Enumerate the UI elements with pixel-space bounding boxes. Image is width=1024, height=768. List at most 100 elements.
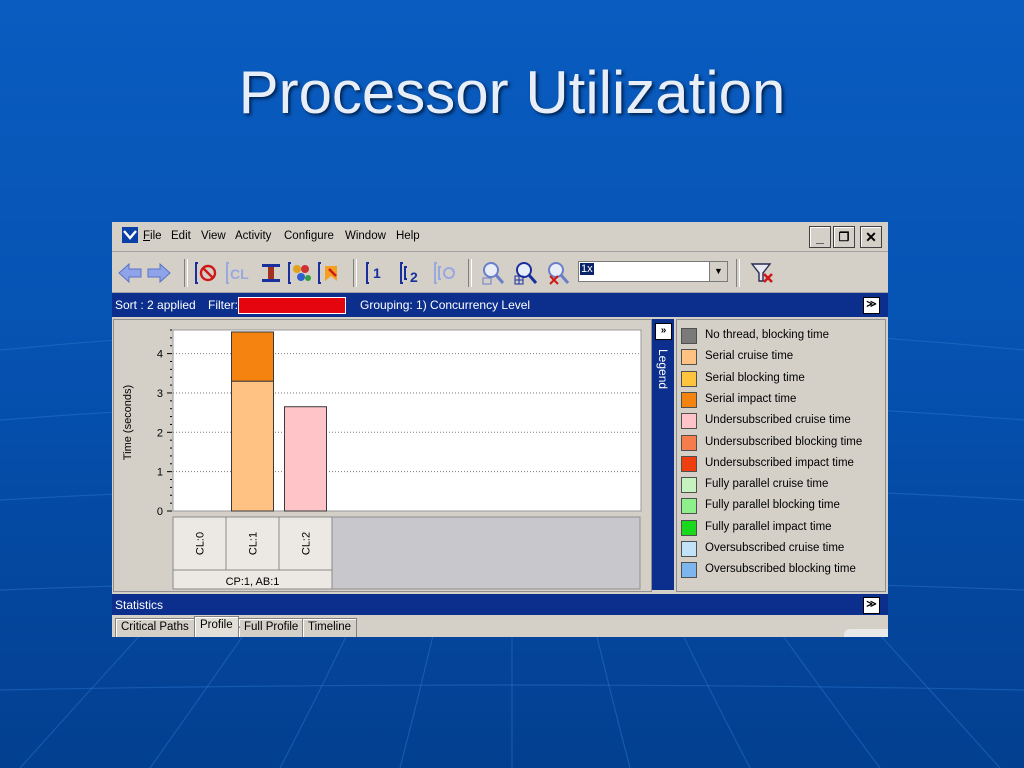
legend-label: Fully parallel impact time [705,520,832,533]
y-tick-label: 2 [157,427,163,439]
collapse-icon[interactable]: ≫ [863,297,880,314]
legend-swatch [681,391,697,408]
menu-edit[interactable]: Edit [171,230,191,242]
slide-corner-patch [844,629,888,637]
legend-swatch [681,541,697,557]
bar-segment [284,406,327,512]
legend-swatch [681,370,697,387]
toolbar-separator [736,259,740,287]
menu-activity[interactable]: Activity [235,230,271,242]
legend-item: Undersubscribed blocking time [681,433,885,454]
app-logo-icon [122,227,138,243]
legend-swatch [681,562,697,579]
bookmark-icon[interactable] [317,260,343,286]
legend-label: Undersubscribed impact time [705,456,854,469]
toolbar-separator [353,259,357,287]
y-tick-label: 1 [157,467,163,479]
legend-swatch [681,477,697,494]
restore-button[interactable]: ❐ [833,226,855,248]
menu-help[interactable]: Help [396,230,420,242]
legend-tab-label: Legend [656,349,670,390]
legend-label: Oversubscribed blocking time [705,563,856,576]
filter-label: Filter: [208,298,238,312]
bracket-1-icon[interactable]: 1 [364,260,390,286]
zoom-in-icon[interactable] [512,260,538,286]
threads-icon[interactable] [287,260,313,286]
legend-label: Fully parallel cruise time [705,478,829,491]
legend-item: Undersubscribed cruise time [681,411,885,432]
legend-item: Serial impact time [681,390,885,411]
zoom-select[interactable]: 1x ▼ [578,261,728,282]
menu-view[interactable]: View [201,230,226,242]
no-entry-icon[interactable] [194,260,220,286]
legend-item: Serial cruise time [681,347,885,368]
svg-text:1: 1 [373,265,381,281]
slide-title: Processor Utilization [238,59,786,126]
category-label: CL:0 [195,532,207,555]
menu-window[interactable]: Window [345,230,386,242]
filter-field[interactable] [238,297,346,314]
column-icon[interactable] [258,260,284,286]
legend-item: Serial blocking time [681,369,885,390]
y-tick-label: 3 [157,388,163,400]
tab-profile[interactable]: Profile [194,616,239,637]
legend-swatch [681,349,697,366]
y-tick-label: 0 [157,506,163,518]
menu-bar: File Edit View Activity Configure Window… [112,222,888,252]
bracket-2-icon[interactable]: 2 [398,260,424,286]
forward-arrow-icon[interactable] [146,260,172,286]
legend-label: Undersubscribed cruise time [705,414,851,427]
legend-tab[interactable]: » Legend [652,319,674,590]
legend-label: No thread, blocking time [705,329,830,341]
svg-text:2: 2 [410,269,418,285]
zoom-value: 1x [580,263,594,275]
legend-swatch [681,455,697,472]
menu-configure[interactable]: Configure [284,230,334,242]
category-label: CL:1 [248,532,260,555]
legend-label: Undersubscribed blocking time [705,435,863,448]
zoom-reset-icon[interactable] [545,260,571,286]
back-arrow-icon[interactable] [117,260,143,286]
toolbar-separator [468,259,472,287]
collapse-icon[interactable]: ≫ [863,597,880,614]
legend-swatch [681,434,697,451]
legend-label: Serial impact time [705,392,797,405]
statistics-title: Statistics [115,598,164,612]
tab-timeline[interactable]: Timeline [302,618,358,637]
legend-item: Fully parallel blocking time [681,496,885,517]
legend-item: No thread, blocking time [681,326,885,347]
legend-label: Serial cruise time [705,350,794,363]
bracket-refresh-icon[interactable] [432,260,458,286]
close-button[interactable]: ✕ [860,226,882,248]
sort-status: Sort : 2 applied [115,298,196,312]
tab-critical-paths[interactable]: Critical Paths [115,618,195,637]
bar-segment [231,331,274,382]
legend-swatch [681,328,697,344]
legend-label: Oversubscribed cruise time [705,542,845,554]
category-label: CL:2 [301,532,313,555]
chart-panel: 0 1 2 3 4 Time (seconds) CL:0 CL:1 CL:2 CP:1, AB:… [113,319,652,592]
filter-clear-icon[interactable] [749,260,775,286]
legend-swatch [681,498,697,515]
legend-item: Oversubscribed blocking time [681,560,885,581]
utilization-chart: 0 1 2 3 4 Time (seconds) CL:0 CL:1 CL:2 CP:1, AB:… [122,329,642,590]
zoom-out-icon[interactable] [480,260,506,286]
sort-filter-bar: Sort : 2 applied Filter: Grouping: 1) Co… [112,293,888,317]
cl-bracket-icon[interactable]: CL [225,260,251,286]
legend-item: Fully parallel impact time [681,518,885,539]
legend-panel: No thread, blocking time Serial cruise ti… [676,319,886,592]
chevron-down-icon[interactable]: ▼ [709,262,727,281]
legend-label: Serial blocking time [705,371,805,384]
tab-full-profile[interactable]: Full Profile [238,618,305,637]
app-window: File Edit View Activity Configure Window… [112,222,888,637]
legend-label: Fully parallel blocking time [705,499,840,512]
expand-right-icon[interactable]: » [655,323,672,340]
group-label: CP:1, AB:1 [226,576,280,588]
statistics-tabs: Critical Paths Profile Full Profile Time… [112,616,888,637]
minimize-button[interactable]: _ [809,226,831,248]
menu-file[interactable]: File [143,230,162,242]
toolbar: CL 1 2 1x ▼ [112,252,888,293]
y-axis-label: Time (seconds) [122,385,134,460]
svg-text:CL: CL [230,266,249,282]
legend-item: Undersubscribed impact time [681,454,885,475]
